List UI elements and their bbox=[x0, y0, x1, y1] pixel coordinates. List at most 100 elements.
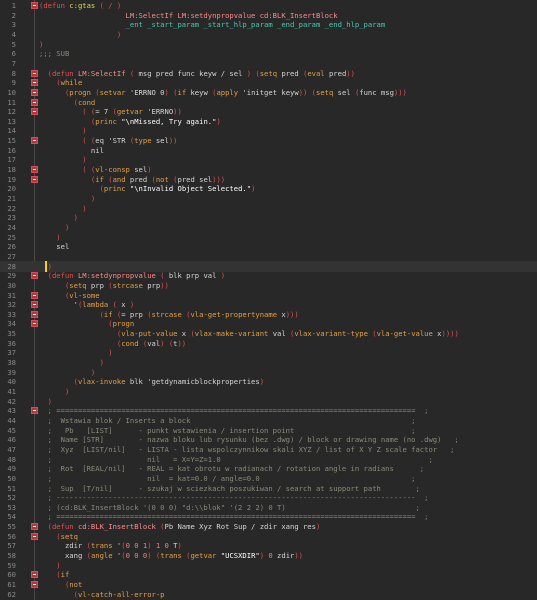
paren-token: ) ( bbox=[147, 551, 161, 561]
code-token: x bbox=[432, 329, 442, 339]
fold-toggle-icon[interactable] bbox=[31, 2, 38, 9]
builtin-token: progn bbox=[69, 87, 91, 97]
builtin-token: vlax-make-variant bbox=[194, 329, 269, 339]
fold-toggle-icon[interactable] bbox=[31, 69, 38, 77]
code-token: sel bbox=[333, 87, 355, 97]
paren-token: ( ( bbox=[39, 165, 96, 175]
fold-toggle-icon[interactable] bbox=[31, 310, 38, 318]
code-token: pred bbox=[125, 174, 152, 184]
paren-token: ( bbox=[108, 300, 122, 310]
fold-toggle-icon[interactable] bbox=[31, 571, 38, 579]
code-token: Pb Name Xyz Rot Sup / zdir xang res bbox=[164, 522, 316, 532]
builtin-token: princ bbox=[95, 116, 117, 126]
fold-toggle-icon[interactable] bbox=[31, 532, 38, 540]
string-token: "\nInvalid Object Selected." bbox=[125, 184, 252, 194]
code-editor[interactable]: 1 (defun c:gtas ( / ) 2 LM:SelectIf LM:set… bbox=[0, 0, 537, 600]
code-line[interactable]: 62 (vl-catch-all-error-p bbox=[0, 589, 537, 600]
paren-token: ) bbox=[39, 213, 78, 223]
fold-toggle-icon[interactable] bbox=[31, 320, 38, 328]
comment-token: ; ======================================… bbox=[39, 512, 429, 522]
paren-token: ( ( bbox=[39, 107, 96, 117]
paren-token: ( bbox=[39, 319, 113, 329]
paren-token: ))) bbox=[212, 174, 226, 184]
builtin-token: vl-consp bbox=[95, 165, 130, 175]
code-token: blk 'getdynamicblockproperties bbox=[125, 377, 260, 387]
paren-token: ( bbox=[125, 68, 139, 78]
paren-token: ) bbox=[147, 165, 152, 175]
paren-token: ) bbox=[259, 377, 265, 387]
code-token: sel bbox=[39, 242, 70, 252]
builtin-token: progn bbox=[112, 319, 135, 329]
paren-token: ) bbox=[39, 194, 96, 203]
fold-toggle-icon[interactable] bbox=[31, 98, 38, 106]
code-token: x bbox=[121, 300, 130, 310]
code-token: keyw bbox=[186, 87, 213, 97]
code-token: nil bbox=[39, 145, 104, 155]
paren-token: )))) bbox=[441, 329, 459, 339]
function-name-token: LM:setdynpropvalue bbox=[77, 271, 156, 281]
builtin-token: vl-some bbox=[69, 290, 100, 300]
fold-toggle-icon[interactable] bbox=[31, 175, 38, 183]
defun-name-token: c:gtas bbox=[69, 1, 96, 10]
code-token: = 7 bbox=[95, 107, 113, 117]
function-name-token: cd:BLK_InsertBlock bbox=[77, 522, 156, 532]
code-token: eq 'STR bbox=[95, 136, 130, 146]
fold-toggle-icon[interactable] bbox=[31, 79, 38, 87]
builtin-token: angle bbox=[90, 551, 113, 561]
paren-token: ( bbox=[39, 184, 104, 194]
paren-token: ( bbox=[39, 116, 96, 126]
fold-toggle-icon[interactable] bbox=[31, 137, 38, 145]
fold-toggle-icon[interactable] bbox=[31, 523, 38, 531]
paren-token: ) ( bbox=[246, 68, 260, 78]
builtin-token: type bbox=[134, 136, 152, 146]
number-token: 1 0 bbox=[151, 541, 174, 551]
builtin-token: trans bbox=[90, 541, 113, 551]
paren-token: ) bbox=[116, 1, 122, 10]
code-token: pred bbox=[277, 68, 303, 78]
builtin-token: lambda bbox=[82, 300, 109, 310]
paren-token: ) bbox=[129, 300, 135, 310]
paren-token: )) bbox=[168, 136, 178, 146]
paren-token: )) bbox=[294, 551, 304, 561]
string-token: "\nMissed, Try again." bbox=[116, 116, 217, 126]
comment-token: ; nil = kat=0.0 / angle=0.0 ; bbox=[39, 473, 416, 483]
comment-token: ; Sup [T/nil] - szukaj w sciezkach poszu… bbox=[39, 483, 420, 493]
paren-token: ) bbox=[251, 184, 256, 194]
code-token: 'ERRNO 0 bbox=[125, 87, 165, 97]
paren-token: ) ( bbox=[164, 87, 178, 97]
fold-toggle-icon[interactable] bbox=[31, 88, 38, 96]
paren-token: ( bbox=[39, 87, 70, 97]
fold-toggle-icon[interactable] bbox=[31, 108, 38, 116]
paren-token: ( bbox=[155, 522, 165, 532]
paren-token: ( bbox=[39, 580, 70, 589]
code-token: prp bbox=[142, 280, 161, 290]
variable-token: _ent _start_param _start_hlp_param _end_… bbox=[125, 20, 386, 30]
paren-token: ) bbox=[220, 271, 226, 281]
fold-toggle-icon[interactable] bbox=[31, 581, 38, 588]
fold-toggle-icon[interactable] bbox=[31, 166, 38, 174]
keyword-token: (defun bbox=[39, 68, 78, 78]
paren-token: ) bbox=[39, 387, 70, 396]
builtin-token: if bbox=[177, 87, 187, 97]
fold-toggle-icon[interactable] bbox=[31, 301, 38, 309]
code-token: prp bbox=[86, 280, 109, 290]
builtin-token: strcase bbox=[151, 309, 182, 319]
builtin-token: setq bbox=[60, 531, 78, 541]
comment-token: ; Wstawia blok / Inserts a block ; bbox=[39, 415, 416, 425]
builtin-token: cond bbox=[77, 97, 96, 107]
fold-toggle-icon[interactable] bbox=[31, 291, 38, 299]
builtin-token: vla-get-propertyname bbox=[190, 309, 278, 319]
fold-toggle-icon[interactable] bbox=[31, 272, 38, 280]
paren-token: ( bbox=[39, 280, 70, 290]
code-token: pred sel bbox=[177, 174, 213, 184]
paren-token: ) bbox=[177, 541, 182, 551]
fold-toggle-icon[interactable] bbox=[31, 407, 38, 415]
paren-token: ) bbox=[39, 348, 113, 358]
paren-token: ( bbox=[39, 570, 61, 580]
paren-token: ) bbox=[39, 232, 61, 242]
builtin-token: and bbox=[112, 174, 126, 184]
code-token: sel bbox=[129, 165, 148, 175]
paren-token: ) bbox=[39, 155, 87, 165]
